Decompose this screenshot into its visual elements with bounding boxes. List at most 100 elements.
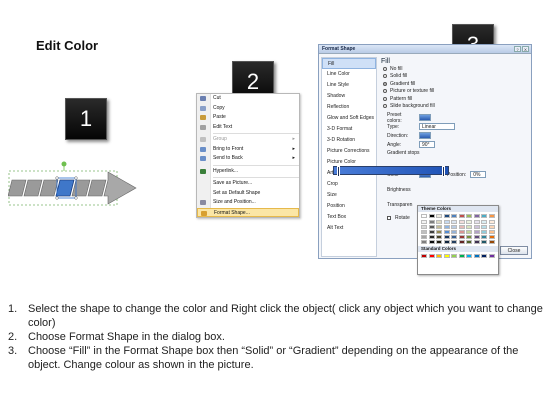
radio-picture-fill[interactable]: Picture or texture fill: [381, 88, 529, 96]
color-swatch[interactable]: [488, 230, 495, 234]
color-swatch[interactable]: [443, 235, 450, 239]
sidebar-item-text-box[interactable]: Text Box: [322, 212, 376, 223]
color-swatch[interactable]: [473, 230, 480, 234]
color-swatch[interactable]: [458, 235, 465, 239]
radio-solid-fill[interactable]: Solid fill: [381, 73, 529, 81]
color-swatch[interactable]: [473, 220, 480, 224]
color-swatch[interactable]: [481, 235, 487, 239]
color-swatch[interactable]: [473, 214, 480, 218]
color-swatch[interactable]: [421, 240, 427, 244]
color-swatch[interactable]: [443, 230, 450, 234]
color-swatch[interactable]: [436, 214, 442, 218]
color-swatch[interactable]: [428, 214, 435, 218]
color-swatch[interactable]: [458, 214, 465, 218]
color-swatch[interactable]: [488, 240, 495, 244]
sidebar-item-picture-corrections[interactable]: Picture Corrections: [322, 146, 376, 157]
sidebar-item-3d-format[interactable]: 3-D Format: [322, 124, 376, 135]
arrow-shape[interactable]: [7, 158, 140, 218]
color-swatch[interactable]: [428, 230, 435, 234]
color-swatch[interactable]: [466, 214, 472, 218]
color-swatch[interactable]: [421, 214, 427, 218]
color-swatch[interactable]: [458, 220, 465, 224]
radio-slide-background-fill[interactable]: Slide background fill: [381, 103, 529, 111]
color-swatch[interactable]: [421, 220, 427, 224]
color-swatch[interactable]: [451, 220, 457, 224]
menu-item-copy[interactable]: Copy: [197, 104, 299, 114]
sidebar-item-size[interactable]: Size: [322, 190, 376, 201]
color-swatch[interactable]: [473, 235, 480, 239]
color-swatch[interactable]: [421, 230, 427, 234]
sidebar-item-glow[interactable]: Glow and Soft Edges: [322, 113, 376, 124]
color-swatch[interactable]: [488, 235, 495, 239]
color-swatch[interactable]: [466, 235, 472, 239]
close-button[interactable]: Close: [500, 246, 528, 255]
menu-item-paste[interactable]: Paste: [197, 113, 299, 123]
color-swatch[interactable]: [458, 225, 465, 229]
color-swatch[interactable]: [428, 240, 435, 244]
angle-input[interactable]: 90°: [419, 141, 435, 148]
menu-item-format-shape[interactable]: Format Shape...: [197, 207, 299, 217]
color-swatch[interactable]: [466, 225, 472, 229]
color-swatch[interactable]: [451, 225, 457, 229]
color-swatch[interactable]: [466, 240, 472, 244]
sidebar-item-alt-text[interactable]: Alt Text: [322, 223, 376, 234]
menu-item-send-to-back[interactable]: Send to Back ▸: [197, 154, 299, 164]
position-input[interactable]: 0%: [470, 171, 487, 178]
color-swatch[interactable]: [451, 240, 457, 244]
color-swatch[interactable]: [466, 254, 472, 258]
color-swatch[interactable]: [481, 214, 487, 218]
type-select[interactable]: Linear: [419, 123, 455, 130]
color-swatch[interactable]: [481, 230, 487, 234]
color-swatch[interactable]: [451, 214, 457, 218]
color-swatch[interactable]: [436, 225, 442, 229]
color-swatch[interactable]: [473, 225, 480, 229]
gradient-stops-bar[interactable]: [333, 166, 449, 177]
sidebar-item-line-style[interactable]: Line Style: [322, 80, 376, 91]
color-swatch[interactable]: [436, 230, 442, 234]
close-x-button[interactable]: X: [522, 46, 529, 52]
color-swatch[interactable]: [443, 214, 450, 218]
color-swatch[interactable]: [473, 240, 480, 244]
sidebar-item-position[interactable]: Position: [322, 201, 376, 212]
menu-item-group[interactable]: Group ▸: [197, 135, 299, 145]
color-swatch[interactable]: [466, 230, 472, 234]
color-swatch[interactable]: [481, 240, 487, 244]
color-swatch[interactable]: [458, 254, 465, 258]
menu-item-save-as-picture[interactable]: Save as Picture...: [197, 179, 299, 189]
direction-button[interactable]: [419, 132, 431, 139]
color-swatch[interactable]: [488, 225, 495, 229]
color-swatch[interactable]: [436, 235, 442, 239]
menu-item-cut[interactable]: Cut: [197, 94, 299, 104]
color-swatch[interactable]: [421, 225, 427, 229]
color-swatch[interactable]: [458, 240, 465, 244]
color-swatch[interactable]: [428, 220, 435, 224]
color-swatch[interactable]: [436, 254, 442, 258]
color-swatch[interactable]: [421, 235, 427, 239]
sidebar-item-crop[interactable]: Crop: [322, 179, 376, 190]
menu-item-bring-to-front[interactable]: Bring to Front ▸: [197, 145, 299, 155]
sidebar-item-reflection[interactable]: Reflection: [322, 102, 376, 113]
color-swatch[interactable]: [428, 235, 435, 239]
color-swatch[interactable]: [451, 235, 457, 239]
color-swatch[interactable]: [428, 254, 435, 258]
menu-item-hyperlink[interactable]: Hyperlink...: [197, 167, 299, 177]
help-button[interactable]: ?: [514, 46, 521, 52]
gradient-stop-handle[interactable]: [442, 166, 445, 177]
radio-pattern-fill[interactable]: Pattern fill: [381, 95, 529, 103]
color-swatch[interactable]: [451, 230, 457, 234]
color-swatch[interactable]: [443, 225, 450, 229]
sidebar-item-line-color[interactable]: Line Color: [322, 69, 376, 80]
color-swatch[interactable]: [451, 254, 457, 258]
menu-item-set-default-shape[interactable]: Set as Default Shape: [197, 189, 299, 199]
color-swatch[interactable]: [473, 254, 480, 258]
sidebar-item-3d-rotation[interactable]: 3-D Rotation: [322, 135, 376, 146]
color-swatch[interactable]: [488, 254, 495, 258]
color-swatch[interactable]: [458, 230, 465, 234]
menu-item-size-position[interactable]: Size and Position...: [197, 198, 299, 208]
color-swatch[interactable]: [421, 254, 427, 258]
color-swatch[interactable]: [481, 220, 487, 224]
gradient-stop-handle[interactable]: [337, 166, 340, 177]
rotate-checkbox[interactable]: [387, 215, 391, 220]
color-swatch[interactable]: [488, 214, 495, 218]
color-swatch[interactable]: [443, 220, 450, 224]
